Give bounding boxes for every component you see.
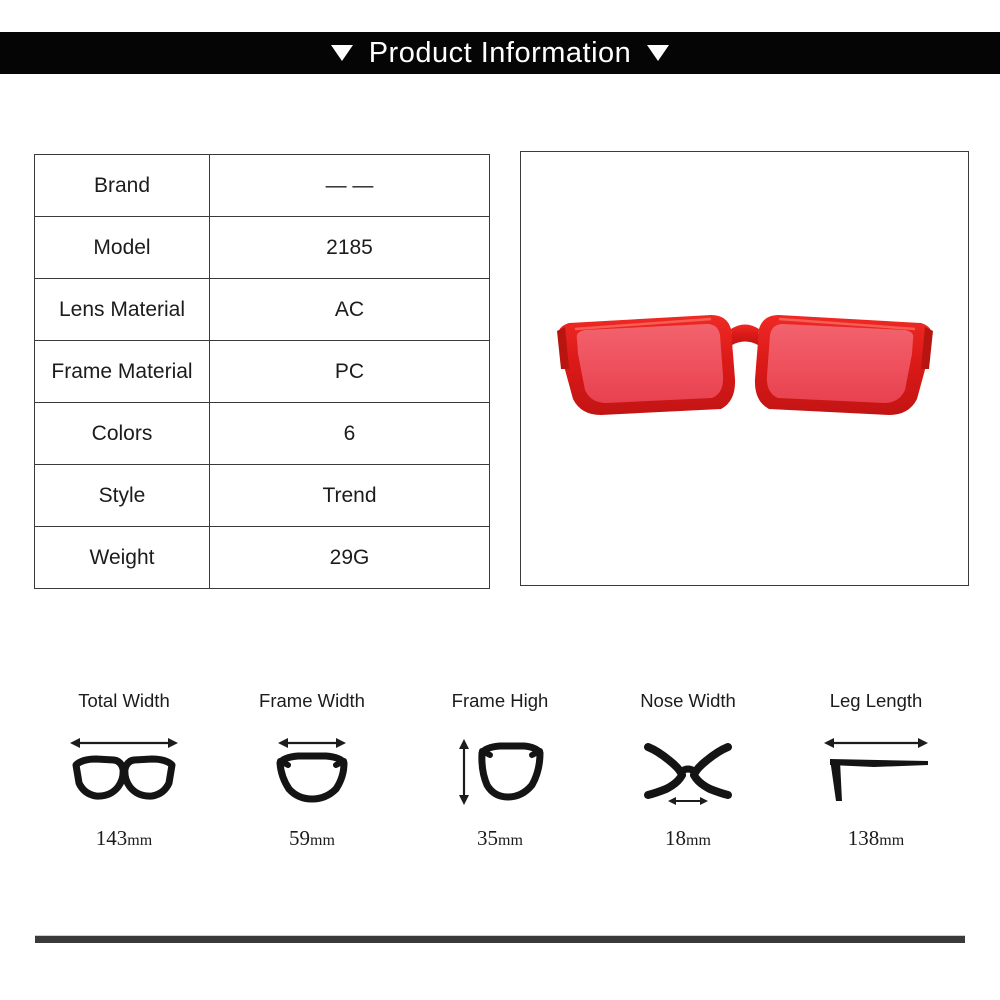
measurement-total-width: Total Width 143mm (30, 690, 218, 851)
measurement-title: Frame High (451, 690, 549, 711)
page-title: Product Information (330, 36, 670, 70)
table-row: Weight 29G (34, 526, 490, 589)
spec-label-brand: Brand (34, 154, 210, 217)
measurement-title: Leg Length (829, 690, 923, 711)
spec-value-frame-material: PC (209, 340, 490, 403)
spec-label-colors: Colors (34, 402, 210, 465)
measurement-unit: mm (879, 832, 905, 849)
triangle-down-left-icon (330, 44, 353, 61)
table-row: Lens Material AC (34, 278, 490, 341)
spec-value-brand: — — (209, 154, 490, 217)
header-banner: Product Information (0, 32, 1000, 74)
spec-label-model: Model (34, 216, 210, 279)
measurement-number: 143 (95, 826, 128, 850)
measurement-leg-length: Leg Length 138mm (782, 690, 970, 851)
measurement-number: 35 (477, 826, 499, 850)
spec-value-style: Trend (209, 464, 490, 527)
product-image-frame (520, 151, 969, 586)
spec-value-colors: 6 (209, 402, 490, 465)
measurement-number: 59 (289, 826, 311, 850)
bottom-divider (35, 935, 965, 943)
table-row: Frame Material PC (34, 340, 490, 403)
glasses-full-front-icon (66, 728, 182, 814)
glasses-temple-arm-icon (816, 728, 936, 814)
measurement-frame-width: Frame Width 59mm (218, 690, 406, 851)
triangle-down-right-icon (647, 44, 670, 61)
measurement-unit: mm (310, 832, 335, 849)
measurement-number: 138 (847, 826, 880, 850)
sunglasses-product-image (556, 314, 933, 415)
measurement-value: 138mm (848, 826, 904, 851)
measurement-unit: mm (498, 832, 523, 849)
measurement-title: Nose Width (640, 690, 736, 711)
table-row: Model 2185 (34, 216, 490, 279)
glasses-single-lens-icon (264, 728, 360, 814)
measurement-unit: mm (686, 832, 711, 849)
measurement-unit: mm (127, 832, 153, 849)
measurement-title: Frame Width (259, 690, 365, 711)
spec-label-lens-material: Lens Material (34, 278, 210, 341)
table-row: Brand — — (34, 154, 490, 217)
glasses-lens-height-icon (450, 728, 550, 814)
spec-value-model: 2185 (209, 216, 490, 279)
measurements-row: Total Width 143mm Frame Width 59mm Frame… (30, 690, 970, 851)
measurement-nose-width: Nose Width 18mm (594, 690, 782, 851)
spec-label-style: Style (34, 464, 210, 527)
spec-label-frame-material: Frame Material (34, 340, 210, 403)
measurement-value: 59mm (289, 826, 335, 851)
measurement-title: Total Width (78, 690, 170, 711)
spec-value-lens-material: AC (209, 278, 490, 341)
measurement-value: 35mm (477, 826, 523, 851)
measurement-value: 18mm (665, 826, 711, 851)
table-row: Style Trend (34, 464, 490, 527)
spec-table-body: Brand — — Model 2185 Lens Material AC Fr… (34, 154, 490, 589)
measurement-value: 143mm (96, 826, 152, 851)
spec-label-weight: Weight (34, 526, 210, 589)
glasses-nose-bridge-icon (636, 728, 740, 814)
table-row: Colors 6 (34, 402, 490, 465)
specification-table: Brand — — Model 2185 Lens Material AC Fr… (34, 154, 490, 589)
measurement-number: 18 (665, 826, 687, 850)
page-title-text: Product Information (368, 36, 632, 69)
measurement-frame-high: Frame High 35mm (406, 690, 594, 851)
spec-value-weight: 29G (209, 526, 490, 589)
